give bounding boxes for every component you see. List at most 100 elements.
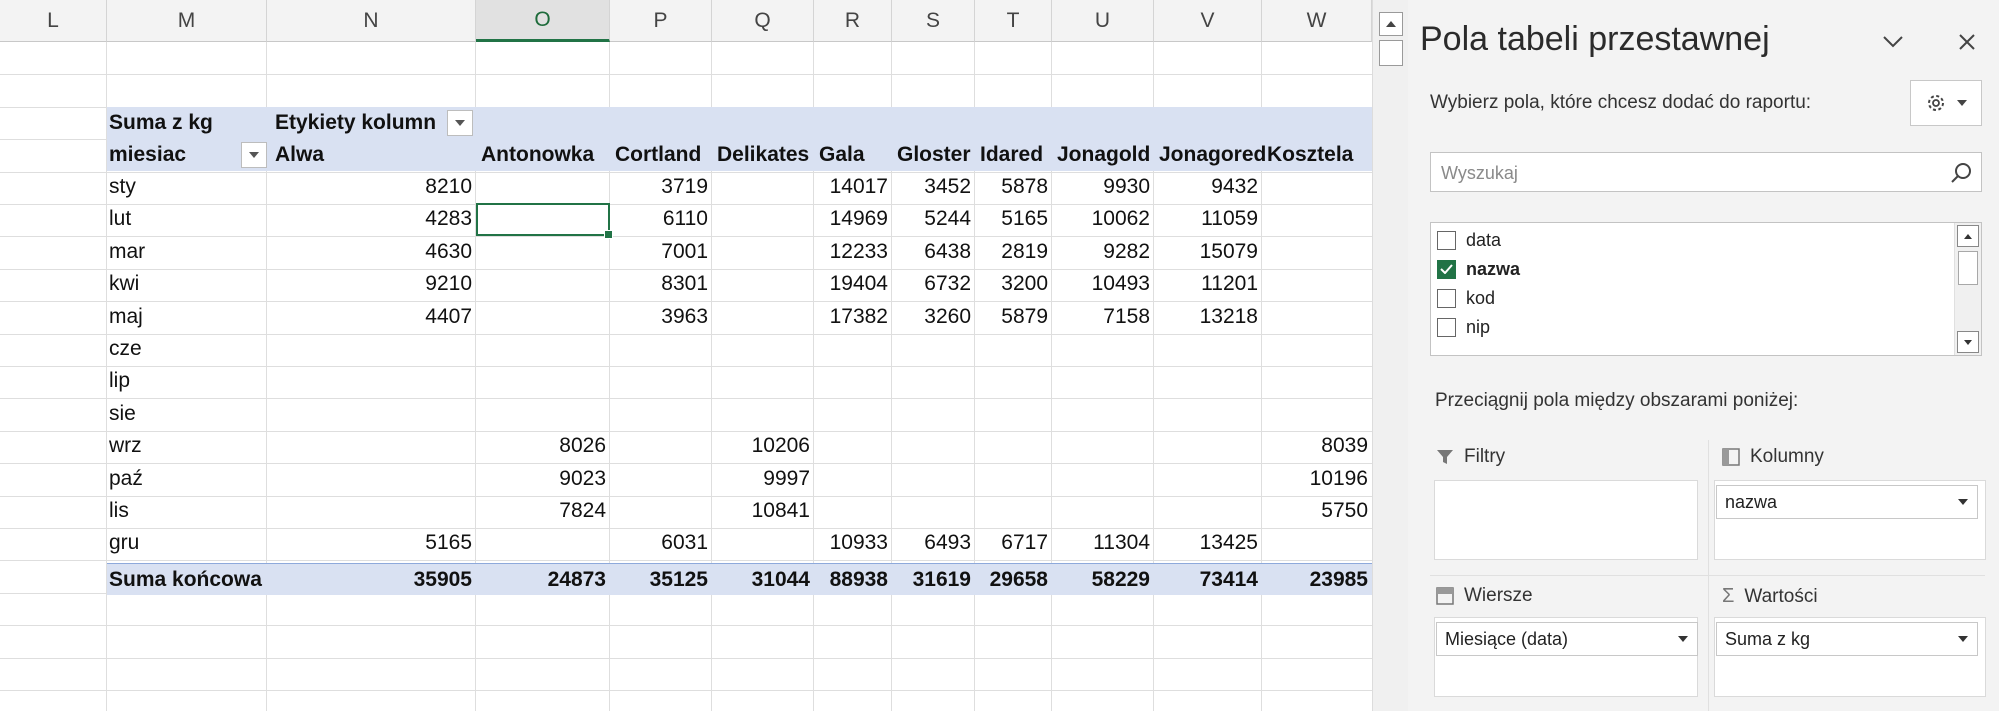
row-label-month[interactable]: lip [107, 365, 259, 397]
row-label-month[interactable]: gru [107, 527, 259, 559]
row-label-month[interactable]: sie [107, 398, 259, 430]
pivot-value-cell[interactable]: 7824 [476, 495, 610, 527]
field-list-scroll-down[interactable] [1957, 331, 1979, 353]
row-label-month[interactable]: sty [107, 171, 259, 203]
tools-button[interactable] [1910, 80, 1982, 126]
column-header-m[interactable]: M [107, 0, 267, 42]
grand-total-label[interactable]: Suma końcowa [107, 564, 269, 596]
pivot-value-cell[interactable]: 14017 [814, 171, 892, 203]
grand-total-cell[interactable]: 31044 [712, 564, 814, 596]
grand-total-cell[interactable]: 58229 [1052, 564, 1154, 596]
column-header-q[interactable]: Q [712, 0, 814, 42]
pivot-value-cell[interactable]: 5879 [975, 301, 1052, 333]
column-header-v[interactable]: V [1154, 0, 1262, 42]
pivot-value-cell[interactable]: 7001 [610, 236, 712, 268]
column-header-t[interactable]: T [975, 0, 1052, 42]
pivot-value-cell[interactable]: 6110 [610, 203, 712, 235]
field-item-kod[interactable]: kod [1437, 283, 1495, 313]
pivot-value-cell[interactable]: 3260 [892, 301, 975, 333]
pivot-values-label[interactable]: Suma z kg [107, 107, 269, 139]
pivot-value-cell[interactable]: 9997 [712, 463, 814, 495]
pivot-value-cell[interactable]: 9210 [267, 268, 476, 300]
row-label-month[interactable]: kwi [107, 268, 259, 300]
scroll-up-button[interactable] [1379, 12, 1403, 36]
grand-total-cell[interactable]: 24873 [476, 564, 610, 596]
pivot-value-cell[interactable]: 10841 [712, 495, 814, 527]
pivot-value-cell[interactable]: 10196 [1262, 463, 1372, 495]
pivot-value-cell[interactable]: 6438 [892, 236, 975, 268]
pivot-value-cell[interactable]: 9282 [1052, 236, 1154, 268]
columns-field-item[interactable]: nazwa [1716, 485, 1978, 519]
pivot-value-cell[interactable]: 4630 [267, 236, 476, 268]
pivot-value-cell[interactable]: 10493 [1052, 268, 1154, 300]
pivot-value-cell[interactable]: 6717 [975, 527, 1052, 559]
pivot-value-cell[interactable]: 4407 [267, 301, 476, 333]
pivot-value-cell[interactable]: 10206 [712, 430, 814, 462]
pivot-value-cell[interactable]: 15079 [1154, 236, 1262, 268]
field-search-box[interactable] [1430, 152, 1982, 193]
pivot-value-cell[interactable]: 13218 [1154, 301, 1262, 333]
pivot-value-cell[interactable]: 8301 [610, 268, 712, 300]
grand-total-cell[interactable]: 88938 [814, 564, 892, 596]
search-icon[interactable] [1949, 161, 1973, 185]
grand-total-cell[interactable]: 35125 [610, 564, 712, 596]
pivot-value-cell[interactable]: 5165 [267, 527, 476, 559]
scroll-thumb[interactable] [1379, 40, 1403, 66]
active-cell-selection[interactable] [476, 203, 613, 239]
pivot-value-cell[interactable]: 9930 [1052, 171, 1154, 203]
pane-options-button[interactable] [1878, 27, 1908, 57]
pivot-value-cell[interactable]: 10062 [1052, 203, 1154, 235]
pivot-column-labels-label[interactable]: Etykiety kolumn [273, 107, 455, 139]
grand-total-cell[interactable]: 29658 [975, 564, 1052, 596]
pivot-column-item[interactable]: Alwa [273, 139, 482, 171]
pivot-value-cell[interactable]: 13425 [1154, 527, 1262, 559]
row-label-month[interactable]: maj [107, 301, 259, 333]
pivot-value-cell[interactable]: 6732 [892, 268, 975, 300]
rows-field-item[interactable]: Miesiące (data) [1436, 622, 1698, 656]
pivot-column-item[interactable]: Idared [978, 139, 1055, 171]
pivot-value-cell[interactable]: 11304 [1052, 527, 1154, 559]
grand-total-cell[interactable]: 31619 [892, 564, 975, 596]
pivot-value-cell[interactable]: 7158 [1052, 301, 1154, 333]
column-header-l[interactable]: L [0, 0, 107, 42]
pivot-value-cell[interactable]: 8026 [476, 430, 610, 462]
pivot-value-cell[interactable]: 5878 [975, 171, 1052, 203]
pivot-column-item[interactable]: Delikates [715, 139, 817, 171]
field-item-nazwa[interactable]: nazwa [1437, 254, 1520, 284]
field-checkbox[interactable] [1437, 317, 1456, 337]
pivot-value-cell[interactable]: 3719 [610, 171, 712, 203]
grand-total-cell[interactable]: 73414 [1154, 564, 1262, 596]
field-item-data[interactable]: data [1437, 225, 1501, 255]
values-field-item[interactable]: Suma z kg [1716, 622, 1978, 656]
pivot-row-label[interactable]: miesiac [107, 139, 229, 171]
row-label-month[interactable]: wrz [107, 430, 259, 462]
row-labels-filter-button[interactable] [241, 142, 267, 168]
pivot-value-cell[interactable]: 9432 [1154, 171, 1262, 203]
row-label-month[interactable]: paź [107, 463, 259, 495]
field-list-scroll-up[interactable] [1957, 225, 1979, 247]
pivot-column-item[interactable]: Jonagored [1157, 139, 1265, 171]
row-label-month[interactable]: cze [107, 333, 259, 365]
pivot-value-cell[interactable]: 2819 [975, 236, 1052, 268]
pivot-column-item[interactable]: Antonowka [479, 139, 613, 171]
field-checkbox[interactable] [1437, 288, 1456, 308]
pivot-value-cell[interactable]: 5750 [1262, 495, 1372, 527]
pane-close-button[interactable] [1952, 27, 1982, 57]
pivot-value-cell[interactable]: 3452 [892, 171, 975, 203]
pivot-column-item[interactable]: Gloster [895, 139, 978, 171]
pivot-value-cell[interactable]: 11059 [1154, 203, 1262, 235]
filters-drop-zone[interactable] [1434, 480, 1698, 560]
pivot-value-cell[interactable]: 9023 [476, 463, 610, 495]
field-list-scroll-thumb[interactable] [1958, 251, 1978, 285]
pivot-column-item[interactable]: Cortland [613, 139, 715, 171]
field-checkbox[interactable] [1437, 230, 1456, 250]
pivot-value-cell[interactable]: 12233 [814, 236, 892, 268]
column-header-r[interactable]: R [814, 0, 892, 42]
column-header-p[interactable]: P [610, 0, 712, 42]
pivot-value-cell[interactable]: 19404 [814, 268, 892, 300]
pivot-value-cell[interactable]: 10933 [814, 527, 892, 559]
pivot-column-item[interactable]: Gala [817, 139, 895, 171]
field-checkbox[interactable] [1437, 259, 1456, 279]
pivot-value-cell[interactable]: 14969 [814, 203, 892, 235]
sheet-vertical-scrollbar[interactable] [1372, 0, 1409, 711]
